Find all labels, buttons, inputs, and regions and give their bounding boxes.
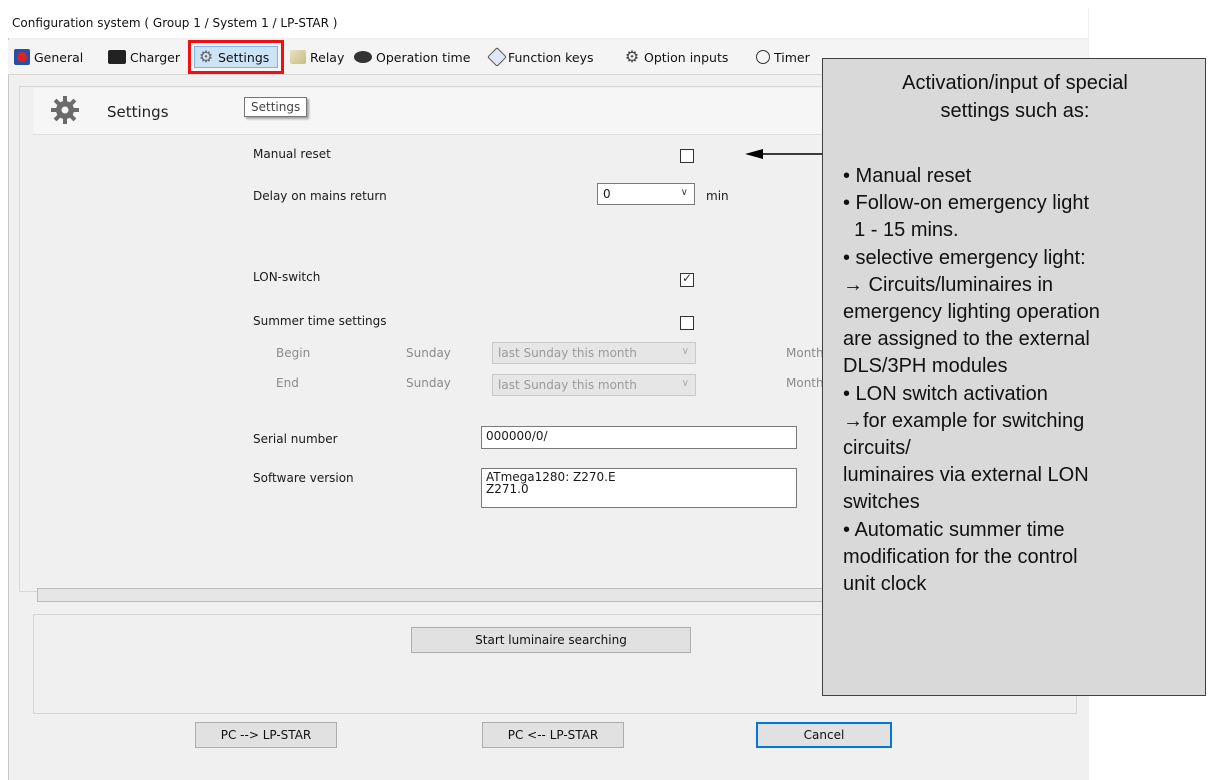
software-version-line2: Z271.0 (486, 482, 529, 496)
callout-line: • selective emergency light: (843, 246, 1086, 269)
begin-label: Begin (276, 346, 311, 360)
tab-relay[interactable]: Relay (290, 46, 344, 68)
tab-option-inputs-label: Option inputs (644, 49, 729, 65)
callout-text: • Manual reset • Follow-on emergency ligh… (843, 163, 1203, 598)
tab-general-label: General (34, 49, 84, 65)
start-luminaire-search-button[interactable]: Start luminaire searching (411, 627, 691, 653)
tab-charger-label: Charger (130, 49, 180, 65)
callout-line: • Automatic summer time (843, 518, 1065, 541)
begin-month-label: Month (786, 346, 824, 360)
delay-unit: min (706, 189, 729, 203)
manual-reset-label: Manual reset (253, 147, 331, 161)
callout-line: DLS/3PH modules (843, 355, 1008, 378)
delay-label: Delay on mains return (253, 189, 387, 203)
tab-operation-time[interactable]: Operation time (354, 46, 470, 68)
summer-time-checkbox[interactable] (680, 316, 694, 330)
callout-line: → Circuits/luminaires in (843, 273, 1054, 296)
serial-number-label: Serial number (253, 432, 338, 446)
summer-time-label: Summer time settings (253, 314, 387, 328)
callout-line: are assigned to the external (843, 328, 1090, 351)
callout-line: circuits/ (843, 437, 911, 460)
software-version-line1: ATmega1280: Z270.E (486, 470, 616, 484)
cancel-button[interactable]: Cancel (756, 722, 892, 748)
begin-week-value: last Sunday this month (498, 346, 637, 360)
tab-timer[interactable]: Timer (756, 46, 810, 68)
page-title: Settings (107, 103, 169, 121)
callout-line: • LON switch activation (843, 382, 1048, 405)
lon-switch-label: LON-switch (253, 270, 321, 284)
option-inputs-icon: ⚙ (624, 47, 640, 66)
tab-general[interactable]: General (14, 46, 83, 68)
tab-option-inputs[interactable]: ⚙ Option inputs (624, 46, 729, 68)
window-title: Configuration system ( Group 1 / System … (12, 16, 338, 30)
callout-line: 1 - 15 mins. (843, 219, 959, 242)
end-week-value: last Sunday this month (498, 378, 637, 392)
annotation-arrow (745, 149, 825, 159)
settings-tooltip: Settings (244, 97, 308, 117)
begin-week-select[interactable]: last Sunday this month ∨ (492, 342, 696, 364)
end-label: End (276, 376, 299, 390)
operation-time-icon (354, 51, 372, 63)
lon-switch-checkbox[interactable]: ✓ (680, 271, 694, 287)
software-version-label: Software version (253, 471, 354, 485)
tab-function-keys[interactable]: Function keys (487, 46, 594, 68)
callout-line: unit clock (843, 573, 927, 596)
callout-line: →for example for switching (843, 409, 1085, 432)
callout-title-line-2: settings such as: (940, 100, 1090, 122)
software-version-field[interactable]: ATmega1280: Z270.E Z271.0 (481, 468, 797, 508)
chevron-down-icon: ∨ (681, 346, 689, 357)
callout-line: • Manual reset (843, 165, 972, 187)
tab-timer-label: Timer (774, 49, 810, 65)
pc-to-device-button[interactable]: PC --> LP-STAR (195, 722, 337, 748)
tab-operation-time-label: Operation time (376, 49, 471, 65)
end-week-select[interactable]: last Sunday this month ∨ (492, 374, 696, 396)
callout-line: • Follow-on emergency light (843, 192, 1089, 215)
callout-line: switches (843, 491, 920, 514)
callout-title-line-1: Activation/input of special (902, 72, 1128, 94)
tab-function-keys-label: Function keys (508, 49, 594, 65)
function-keys-icon (487, 47, 507, 67)
tab-settings-red-marker (188, 40, 284, 74)
callout-line: modification for the control (843, 545, 1078, 568)
general-icon (14, 49, 30, 65)
callout-title: Activation/input of special settings suc… (823, 69, 1207, 125)
serial-number-field[interactable]: 000000/0/ (481, 426, 797, 449)
chevron-down-icon: ∨ (681, 378, 689, 389)
annotation-callout: Activation/input of special settings suc… (822, 58, 1206, 696)
begin-day: Sunday (406, 346, 451, 360)
end-day: Sunday (406, 376, 451, 390)
relay-icon (290, 50, 306, 64)
clock-icon (756, 50, 770, 64)
checkmark-icon: ✓ (682, 271, 693, 285)
end-month-label: Month (786, 376, 824, 390)
manual-reset-checkbox[interactable] (680, 149, 694, 163)
delay-select[interactable]: 0 ∨ (597, 183, 695, 205)
settings-gear-icon (50, 95, 80, 125)
delay-value: 0 (603, 187, 611, 201)
callout-line: luminaires via external LON (843, 464, 1089, 487)
device-to-pc-button[interactable]: PC <-- LP-STAR (482, 722, 624, 748)
battery-icon (108, 50, 126, 64)
callout-line: emergency lighting operation (843, 301, 1100, 324)
tab-relay-label: Relay (310, 49, 345, 65)
tab-charger[interactable]: Charger (108, 46, 180, 68)
chevron-down-icon: ∨ (680, 187, 688, 198)
